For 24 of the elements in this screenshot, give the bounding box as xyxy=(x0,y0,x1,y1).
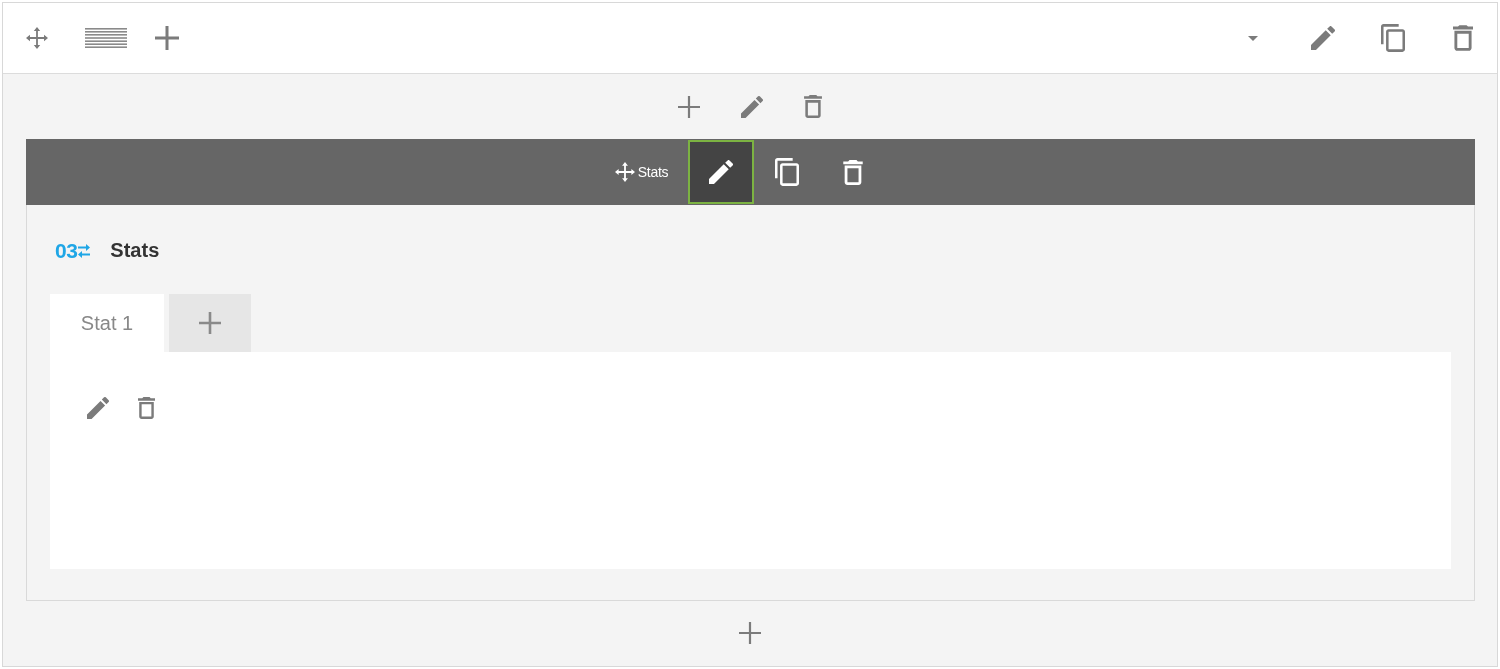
plus-icon xyxy=(739,621,761,644)
lines-icon xyxy=(85,28,127,48)
edit-button[interactable] xyxy=(688,140,755,204)
pencil-icon xyxy=(741,95,763,118)
plus-icon xyxy=(155,26,179,50)
pencil-icon xyxy=(709,160,734,184)
swap-arrows-icon xyxy=(78,242,91,259)
copy-icon xyxy=(1381,24,1405,52)
copy-icon xyxy=(775,158,800,186)
module-number: 03 xyxy=(55,238,78,263)
move-icon[interactable] xyxy=(614,162,635,182)
trash-icon xyxy=(138,397,155,419)
trash-icon xyxy=(1453,25,1473,51)
move-icon xyxy=(26,27,48,49)
plus-icon xyxy=(678,95,700,118)
caret-icon xyxy=(1248,35,1258,41)
stat-tab[interactable]: Stat 1 xyxy=(50,294,164,352)
trash-icon xyxy=(804,95,822,118)
module-label: Stats xyxy=(637,164,669,180)
trash-icon xyxy=(843,159,864,185)
pencil-icon xyxy=(87,397,109,419)
pencil-icon xyxy=(1311,26,1335,50)
module-title: Stats xyxy=(110,239,160,262)
plus-icon xyxy=(199,312,221,334)
